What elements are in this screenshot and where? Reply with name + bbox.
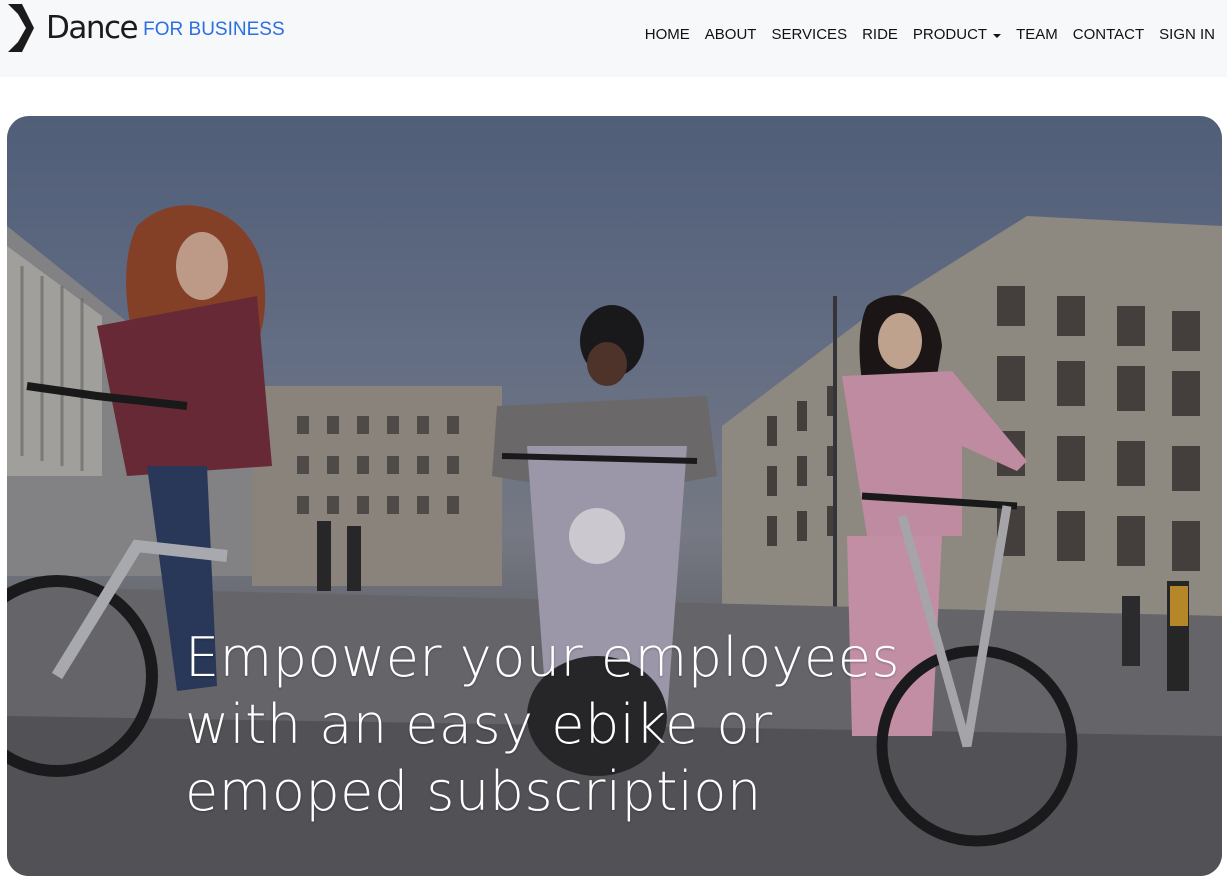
- brand-name: Dance: [46, 10, 139, 46]
- nav-home[interactable]: HOME: [645, 24, 690, 46]
- hero-banner: Empower your employees with an easy ebik…: [7, 116, 1222, 876]
- caret-down-icon: [993, 33, 1002, 38]
- nav-sign-in[interactable]: SIGN IN: [1159, 24, 1215, 46]
- nav-about[interactable]: ABOUT: [705, 24, 757, 46]
- hero-headline: Empower your employees with an easy ebik…: [185, 626, 901, 823]
- top-navbar: Dance FOR BUSINESS HOME ABOUT SERVICES R…: [0, 0, 1227, 77]
- nav-services[interactable]: SERVICES: [771, 24, 847, 46]
- main-nav: HOME ABOUT SERVICES RIDE PRODUCT TEAM CO…: [630, 24, 1215, 46]
- brand-logo-link[interactable]: Dance FOR BUSINESS: [6, 2, 285, 54]
- nav-ride[interactable]: RIDE: [862, 24, 898, 46]
- nav-contact[interactable]: CONTACT: [1073, 24, 1144, 46]
- nav-team[interactable]: TEAM: [1016, 24, 1058, 46]
- nav-product-label: PRODUCT: [912, 26, 988, 43]
- nav-product-dropdown[interactable]: PRODUCT: [912, 24, 1002, 46]
- dance-logo-icon: [8, 4, 34, 52]
- brand-tagline: FOR BUSINESS: [143, 19, 285, 40]
